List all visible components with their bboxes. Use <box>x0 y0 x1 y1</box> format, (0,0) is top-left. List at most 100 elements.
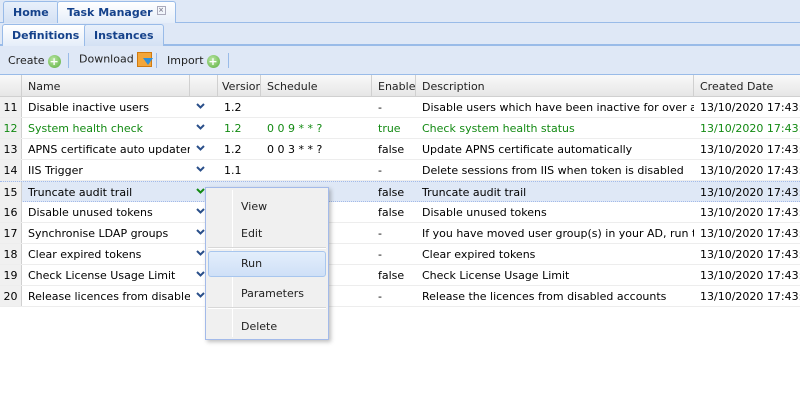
cell-num: 18 <box>0 244 22 264</box>
header-name[interactable]: Name <box>22 75 190 97</box>
cell-enabled: - <box>378 248 382 261</box>
cell-enabled: - <box>378 290 382 303</box>
cell-description: Disable unused tokens <box>422 206 547 219</box>
menu-item-run[interactable]: Run <box>208 251 326 277</box>
cell-description: Update APNS certificate automatically <box>422 143 633 156</box>
cell-enabled: false <box>378 206 405 219</box>
menu-item-delete[interactable]: Delete <box>208 314 326 340</box>
tab-label: Task Manager <box>67 6 153 19</box>
cell-version: 1.2 <box>224 101 242 114</box>
chevron-down-icon[interactable] <box>196 229 205 235</box>
cell-enabled: - <box>378 164 382 177</box>
chevron-down-icon[interactable] <box>196 166 205 172</box>
cell-schedule: 0 0 3 * * ? <box>267 143 323 156</box>
divider <box>228 53 229 68</box>
cell-name: System health check <box>28 122 144 135</box>
add-icon: + <box>206 54 220 68</box>
menu-separator <box>208 307 326 309</box>
cell-description: Check system health status <box>422 122 575 135</box>
app-tab-bar: Home Task Manager × <box>0 0 800 24</box>
header-created-date[interactable]: Created Date <box>694 75 800 97</box>
cell-num: 15 <box>0 182 22 202</box>
cell-created: 13/10/2020 17:43:12 <box>700 164 800 177</box>
table-row[interactable]: 11 Disable inactive users 1.2 - Disable user… <box>0 97 800 118</box>
cell-created: 13/10/2020 17:43:12 <box>700 206 800 219</box>
cell-schedule <box>261 97 372 117</box>
close-icon[interactable]: × <box>156 6 166 15</box>
cell-enabled: false <box>378 143 405 156</box>
table-row[interactable]: 12 System health check 1.2 0 0 9 * * ? true C… <box>0 118 800 139</box>
cell-name: Synchronise LDAP groups <box>28 227 169 240</box>
add-icon: + <box>47 54 61 68</box>
cell-name: Check License Usage Limit <box>28 269 176 282</box>
menu-separator <box>208 247 326 249</box>
chevron-down-icon[interactable] <box>196 292 205 298</box>
table-row[interactable]: 17 Synchronise LDAP groups - If you have mo… <box>0 223 800 244</box>
tab-definitions[interactable]: Definitions <box>2 24 90 47</box>
toolbar: Create + Download Import + <box>0 46 800 75</box>
download-button[interactable]: Download <box>79 52 153 67</box>
chevron-down-icon[interactable] <box>196 124 205 130</box>
cell-version: 1.2 <box>224 143 242 156</box>
cell-description: Clear expired tokens <box>422 248 536 261</box>
cell-version: 1.2 <box>224 122 242 135</box>
table-row[interactable]: 15 Truncate audit trail false Truncate audi… <box>0 181 800 202</box>
cell-created: 13/10/2020 17:43:12 <box>700 186 800 199</box>
table-row[interactable]: 16 Disable unused tokens false Disable unus… <box>0 202 800 223</box>
cell-name: Clear expired tokens <box>28 248 142 261</box>
table-row[interactable]: 19 Check License Usage Limit false Check Li… <box>0 265 800 286</box>
tab-label: Home <box>13 6 49 19</box>
cell-created: 13/10/2020 17:43:12 <box>700 227 800 240</box>
cell-description: Release the licences from disabled accou… <box>422 290 667 303</box>
cell-enabled: false <box>378 269 405 282</box>
create-button[interactable]: Create + <box>8 54 61 68</box>
table-row[interactable]: 13 APNS certificate auto updater 1.2 0 0 3 … <box>0 139 800 160</box>
chevron-down-icon[interactable] <box>196 271 205 277</box>
header-actions <box>190 75 218 97</box>
cell-name: IIS Trigger <box>28 164 83 177</box>
cell-num: 16 <box>0 202 22 222</box>
import-label: Import <box>167 54 204 67</box>
tab-task-manager[interactable]: Task Manager × <box>57 1 176 24</box>
chevron-down-icon[interactable] <box>196 188 205 194</box>
cell-enabled: false <box>378 186 405 199</box>
cell-schedule: 0 0 9 * * ? <box>267 122 323 135</box>
cell-name: Truncate audit trail <box>28 186 133 199</box>
menu-item-edit[interactable]: Edit <box>208 221 326 247</box>
tab-instances[interactable]: Instances <box>84 24 164 46</box>
table-row[interactable]: 18 Clear expired tokens - Clear expired tok… <box>0 244 800 265</box>
cell-name: Disable inactive users <box>28 101 149 114</box>
cell-created: 13/10/2020 17:43:12 <box>700 143 800 156</box>
menu-item-parameters[interactable]: Parameters <box>208 281 326 307</box>
table-row[interactable]: 14 IIS Trigger 1.1 - Delete sessions from II… <box>0 160 800 181</box>
cell-description: Delete sessions from IIS when token is d… <box>422 164 684 177</box>
header-description[interactable]: Description <box>416 75 694 97</box>
chevron-down-icon[interactable] <box>196 145 205 151</box>
chevron-down-icon[interactable] <box>196 250 205 256</box>
cell-enabled: - <box>378 101 382 114</box>
divider <box>68 53 69 68</box>
table-row[interactable]: 20 Release licences from disabled… - Releas… <box>0 286 800 307</box>
import-button[interactable]: Import + <box>167 54 220 68</box>
header-version[interactable]: Version <box>218 75 261 97</box>
download-label: Download <box>79 52 134 66</box>
cell-num: 20 <box>0 286 22 306</box>
cell-created: 13/10/2020 17:43:12 <box>700 269 800 282</box>
chevron-down-icon[interactable] <box>196 103 205 109</box>
header-schedule[interactable]: Schedule <box>261 75 372 97</box>
cell-enabled: true <box>378 122 401 135</box>
divider <box>156 53 157 68</box>
context-menu: View Edit Run Parameters Delete <box>205 187 329 340</box>
cell-created: 13/10/2020 17:43:12 <box>700 101 800 114</box>
cell-created: 13/10/2020 17:43:12 <box>700 248 800 261</box>
cell-num: 17 <box>0 223 22 243</box>
cell-num: 13 <box>0 139 22 159</box>
cell-num: 19 <box>0 265 22 285</box>
menu-item-view[interactable]: View <box>208 194 326 220</box>
tab-home[interactable]: Home <box>3 1 59 23</box>
cell-version: 1.1 <box>224 164 242 177</box>
cell-num: 14 <box>0 160 22 180</box>
header-enabled[interactable]: Enabled <box>372 75 416 97</box>
sub-tab-bar: Definitions Instances <box>0 23 800 47</box>
chevron-down-icon[interactable] <box>196 208 205 214</box>
